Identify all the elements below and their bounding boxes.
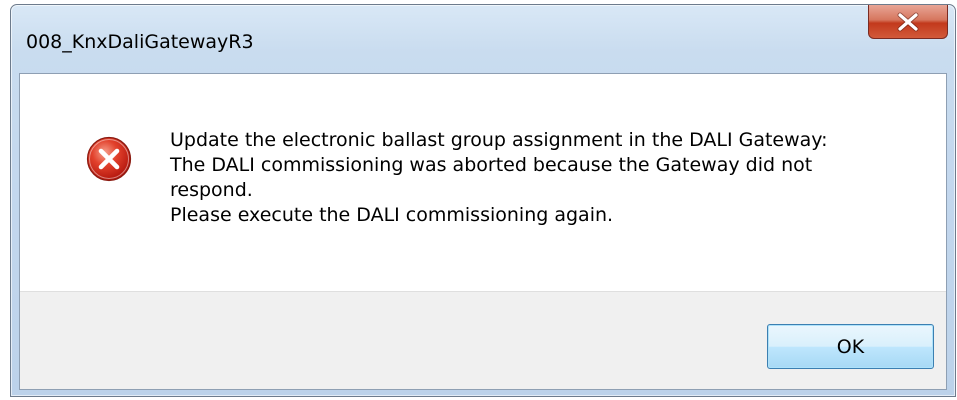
close-icon [897, 12, 919, 31]
error-message: Update the electronic ballast group assi… [170, 128, 926, 228]
window-title: 008_KnxDaliGatewayR3 [26, 31, 254, 53]
message-line: Please execute the DALI commissioning ag… [170, 204, 614, 226]
dialog-window: 008_KnxDaliGatewayR3 Update the electron… [10, 4, 956, 397]
message-line: respond. [170, 179, 253, 201]
close-button[interactable] [868, 5, 948, 39]
ok-button[interactable]: OK [767, 324, 934, 369]
error-icon [86, 136, 132, 182]
dialog-client-area: Update the electronic ballast group assi… [19, 73, 947, 390]
message-area: Update the electronic ballast group assi… [20, 74, 946, 291]
button-bar: OK [20, 291, 946, 389]
message-line: Update the electronic ballast group assi… [170, 129, 828, 151]
message-line: The DALI commissioning was aborted becau… [170, 154, 813, 176]
title-bar[interactable]: 008_KnxDaliGatewayR3 [11, 5, 955, 73]
